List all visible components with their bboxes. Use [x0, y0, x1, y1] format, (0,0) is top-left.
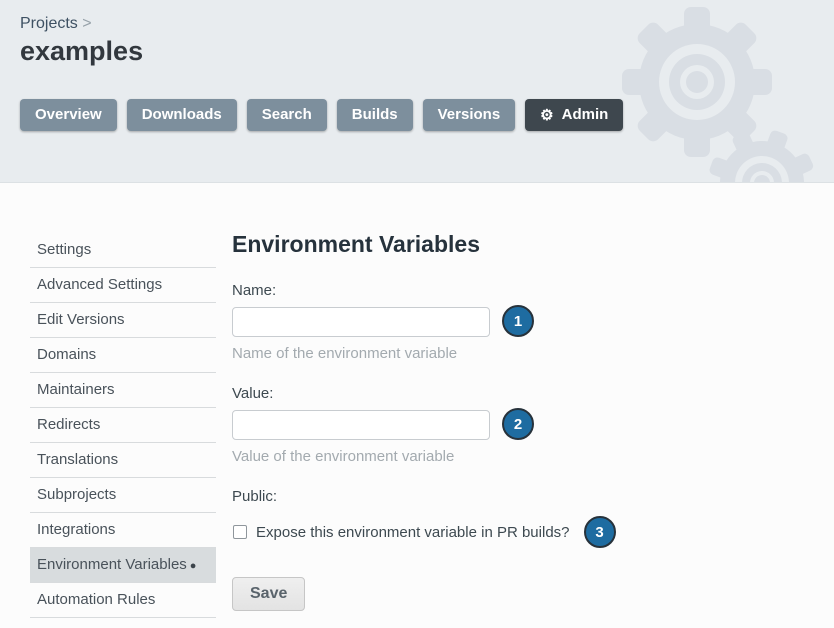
project-title: examples: [20, 36, 143, 67]
name-help-text: Name of the environment variable: [232, 345, 672, 362]
sidebar-item-domains[interactable]: Domains: [30, 338, 216, 373]
public-field-group: Public: Expose this environment variable…: [232, 488, 672, 548]
nav-admin-button[interactable]: ⚙ Admin: [525, 99, 623, 131]
value-label: Value:: [232, 385, 672, 402]
sidebar-item-redirects[interactable]: Redirects: [30, 408, 216, 443]
sidebar-item-label: Environment Variables: [37, 556, 187, 573]
sidebar-item-advanced-settings[interactable]: Advanced Settings: [30, 268, 216, 303]
sidebar-item-edit-versions[interactable]: Edit Versions: [30, 303, 216, 338]
nav-downloads-button[interactable]: Downloads: [127, 99, 237, 131]
gear-icon: ⚙: [540, 108, 553, 123]
breadcrumb: Projects >: [20, 15, 92, 33]
value-input[interactable]: [232, 410, 490, 440]
sidebar-item-environment-variables[interactable]: Environment Variables●: [30, 548, 216, 583]
public-label: Public:: [232, 488, 672, 505]
project-nav: Overview Downloads Search Builds Version…: [20, 99, 623, 131]
breadcrumb-separator: >: [82, 15, 91, 32]
sidebar-item-translations[interactable]: Translations: [30, 443, 216, 478]
callout-badge-3: 3: [584, 516, 616, 548]
nav-versions-button[interactable]: Versions: [423, 99, 516, 131]
sidebar-item-subprojects[interactable]: Subprojects: [30, 478, 216, 513]
callout-badge-1: 1: [502, 305, 534, 337]
nav-search-button[interactable]: Search: [247, 99, 327, 131]
callout-badge-2: 2: [502, 408, 534, 440]
nav-overview-button[interactable]: Overview: [20, 99, 117, 131]
value-field-group: Value: 2 Value of the environment variab…: [232, 385, 672, 465]
sidebar-item-automation-rules[interactable]: Automation Rules: [30, 583, 216, 618]
sidebar-item-webhooks[interactable]: Webhooks: [30, 618, 216, 628]
sidebar-item-settings[interactable]: Settings: [30, 233, 216, 268]
page-title: Environment Variables: [232, 231, 672, 258]
public-checkbox[interactable]: [233, 525, 247, 539]
nav-admin-label: Admin: [562, 106, 609, 124]
sidebar-item-maintainers[interactable]: Maintainers: [30, 373, 216, 408]
name-label: Name:: [232, 282, 672, 299]
save-button[interactable]: Save: [232, 577, 305, 611]
value-help-text: Value of the environment variable: [232, 448, 672, 465]
gears-decoration-graphic: [584, 0, 834, 182]
breadcrumb-projects-link[interactable]: Projects: [20, 15, 78, 32]
nav-builds-button[interactable]: Builds: [337, 99, 413, 131]
name-field-group: Name: 1 Name of the environment variable: [232, 282, 672, 362]
environment-variables-panel: Environment Variables Name: 1 Name of th…: [232, 231, 672, 611]
name-input[interactable]: [232, 307, 490, 337]
page: Projects > examples Overview Downloads S…: [0, 0, 834, 628]
project-header: Projects > examples Overview Downloads S…: [0, 0, 834, 183]
public-checkbox-label: Expose this environment variable in PR b…: [256, 524, 570, 541]
active-item-marker-icon: ●: [190, 560, 197, 572]
admin-sidebar: Settings Advanced Settings Edit Versions…: [30, 233, 216, 628]
sidebar-item-integrations[interactable]: Integrations: [30, 513, 216, 548]
